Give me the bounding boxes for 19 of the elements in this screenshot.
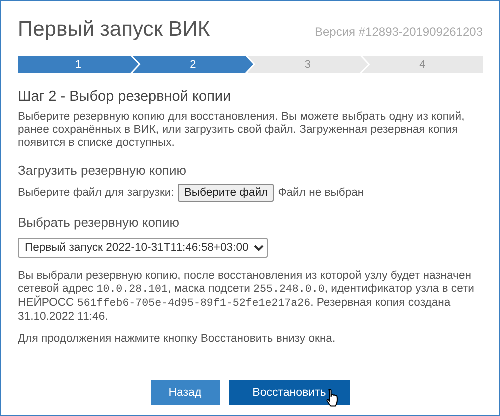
wizard-step: 3 (248, 56, 368, 73)
step-title: Шаг 2 - Выбор резервной копии (18, 89, 232, 105)
choose-file-button[interactable]: Выберите файл (178, 184, 274, 202)
info-text: Вы выбрали резервную копию, после восстановления из которой узлу будет назначен сетевой адрес 10.0.28.101, маска подсети 255.248.0.0, идентификатор узла в сети НЕЙРОСС 561ffeb6-705e-4d95-89f1-52fe1e217a26. Резервная копия создана 31.10.2022 11:46. (18, 270, 476, 324)
wizard-step: 4 (362, 56, 483, 73)
file-status: Файл не выбран (278, 187, 364, 199)
upload-heading: Загрузить резервную копию (18, 163, 188, 178)
select-heading: Выбрать резервную копию (18, 215, 180, 230)
upload-label: Выберите файл для загрузки: (18, 187, 174, 199)
version-label: Версия #12893-201909261203 (314, 25, 483, 39)
hand-cursor-icon (326, 388, 340, 408)
intro-text: Выберите резервную копию для восстановления. Вы можете выбрать одну из копий, ранее сохранённых в ВИК, или загрузить свой файл. Загруженная резервная копия появится в списке доступных. (18, 111, 466, 150)
back-button[interactable]: Назад (150, 380, 220, 405)
wizard-step: 2 (132, 56, 254, 73)
window-title: Первый запуск ВИК (18, 18, 210, 42)
restore-button[interactable]: Восстановить (228, 380, 350, 405)
backup-dropdown[interactable]: Первый запуск 2022-10-31T11:46:58+03:00 (18, 238, 268, 258)
wizard-step: 1 (18, 56, 139, 73)
hint-text: Для продолжения нажмите кнопку Восстановить внизу окна. (18, 333, 337, 346)
